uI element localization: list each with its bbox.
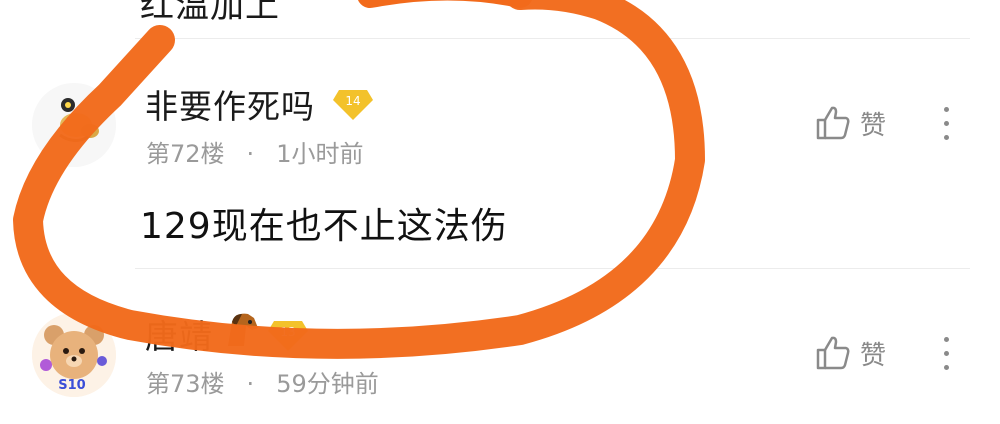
meta-separator: · bbox=[246, 140, 255, 168]
comment-meta: 第73楼 · 59分钟前 bbox=[146, 364, 379, 399]
timestamp: 59分钟前 bbox=[276, 370, 379, 398]
like-button[interactable]: 赞 bbox=[814, 334, 886, 372]
like-label: 赞 bbox=[860, 340, 887, 371]
level-number: 13 bbox=[280, 325, 295, 339]
comment-divider bbox=[135, 38, 970, 39]
level-badge-icon: 14 bbox=[333, 90, 373, 120]
bear-avatar-icon: S10 bbox=[32, 313, 116, 397]
like-button[interactable]: 赞 bbox=[814, 104, 886, 142]
more-options-icon[interactable] bbox=[938, 337, 954, 377]
username-text: 唐靖 bbox=[145, 317, 213, 356]
more-options-icon[interactable] bbox=[938, 107, 954, 147]
thumbs-up-icon bbox=[816, 106, 850, 140]
comment-meta: 第72楼 · 1小时前 bbox=[146, 134, 363, 169]
level-number: 14 bbox=[345, 94, 360, 108]
username[interactable]: 非要作死吗 bbox=[145, 80, 315, 128]
previous-comment-text: 红温加上 bbox=[140, 0, 280, 26]
thumbs-up-icon bbox=[816, 336, 850, 370]
like-label: 赞 bbox=[860, 110, 887, 141]
avatar[interactable] bbox=[32, 83, 116, 167]
timestamp: 1小时前 bbox=[276, 140, 364, 168]
level-badge-icon: 13 bbox=[268, 321, 308, 351]
floor-number: 第72楼 bbox=[146, 140, 225, 168]
floor-number: 第73楼 bbox=[146, 370, 225, 398]
meta-separator: · bbox=[246, 370, 255, 398]
avatar[interactable]: S10 bbox=[32, 313, 116, 397]
avatar-badge-text: S10 bbox=[58, 378, 85, 393]
username[interactable]: 唐靖 bbox=[145, 310, 213, 358]
avatar-figure-icon bbox=[32, 83, 116, 167]
comment-divider bbox=[135, 268, 970, 269]
comment-text: 129现在也不止这法伤 bbox=[140, 206, 508, 247]
horse-emoji-icon bbox=[228, 313, 258, 346]
